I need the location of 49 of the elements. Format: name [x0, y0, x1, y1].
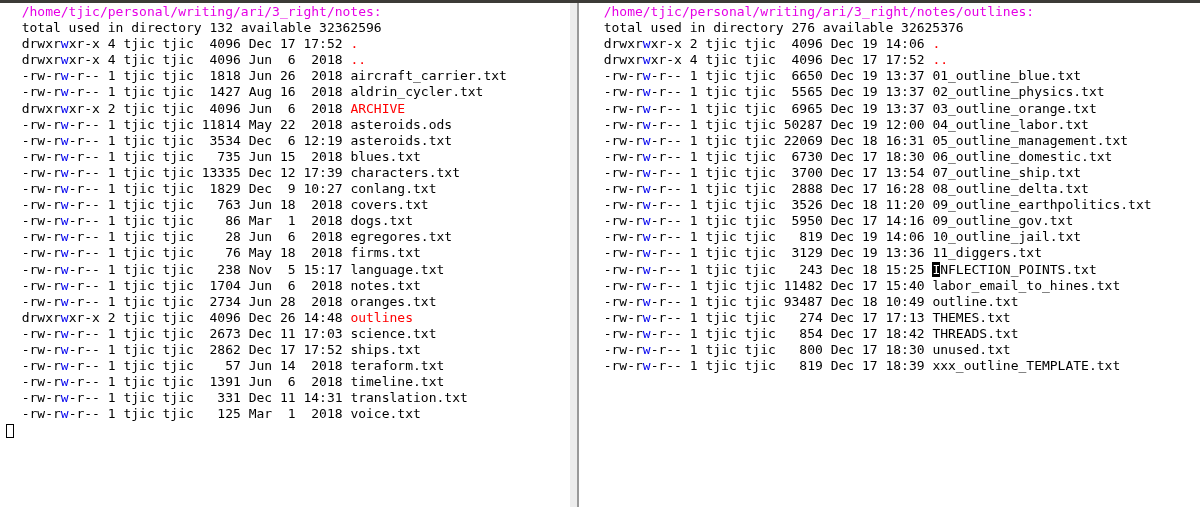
- file-entry[interactable]: -rw-rw-r-- 1 tjic tjic 763 Jun 18 2018 covers.txt: [6, 197, 429, 214]
- directory-summary: total used in directory 132 available 32362596: [20, 20, 382, 37]
- file-entry[interactable]: -rw-rw-r-- 1 tjic tjic 238 Nov 5 15:17 language.txt: [6, 261, 445, 278]
- file-entry[interactable]: -rw-rw-r-- 1 tjic tjic 11814 May 22 2018 asteroids.ods: [6, 116, 453, 133]
- file-entry[interactable]: -rw-rw-r-- 1 tjic tjic 5565 Dec 19 13:37 02_outline_physics.txt: [588, 84, 1105, 101]
- file-entry[interactable]: -rw-rw-r-- 1 tjic tjic 2888 Dec 17 16:28 08_outline_delta.txt: [588, 181, 1089, 198]
- file-entry[interactable]: drwxrwxr-x 2 tjic tjic 4096 Dec 26 14:48 outlines: [6, 309, 413, 326]
- file-entry[interactable]: -rw-rw-r-- 1 tjic tjic 50287 Dec 19 12:00 04_outline_labor.txt: [588, 116, 1089, 133]
- file-entry[interactable]: -rw-rw-r-- 1 tjic tjic 11482 Dec 17 15:40 labor_email_to_hines.txt: [588, 277, 1121, 294]
- file-entry[interactable]: -rw-rw-r-- 1 tjic tjic 2673 Dec 11 17:03 science.txt: [6, 325, 437, 342]
- file-entry[interactable]: -rw-rw-r-- 1 tjic tjic 57 Jun 14 2018 teraform.txt: [6, 358, 445, 375]
- file-entry[interactable]: -rw-rw-r-- 1 tjic tjic 1704 Jun 6 2018 notes.txt: [6, 277, 421, 294]
- file-entry[interactable]: -rw-rw-r-- 1 tjic tjic 1427 Aug 16 2018 aldrin_cycler.txt: [6, 84, 484, 101]
- file-entry[interactable]: -rw-rw-r-- 1 tjic tjic 819 Dec 17 18:39 xxx_outline_TEMPLATE.txt: [588, 358, 1121, 375]
- file-entry[interactable]: -rw-rw-r-- 1 tjic tjic 854 Dec 17 18:42 THREADS.txt: [588, 325, 1019, 342]
- file-entry[interactable]: -rw-rw-r-- 1 tjic tjic 735 Jun 15 2018 blues.txt: [6, 148, 421, 165]
- file-entry[interactable]: drwxrwxr-x 4 tjic tjic 4096 Jun 6 2018 ..: [6, 52, 367, 69]
- file-entry[interactable]: -rw-rw-r-- 1 tjic tjic 13335 Dec 12 17:39 characters.txt: [6, 164, 460, 182]
- file-entry[interactable]: -rw-rw-r-- 1 tjic tjic 2862 Dec 17 17:52 ships.txt: [6, 341, 421, 359]
- file-entry[interactable]: -rw-rw-r-- 1 tjic tjic 76 May 18 2018 firms.txt: [6, 245, 421, 262]
- file-entry[interactable]: -rw-rw-r-- 1 tjic tjic 125 Mar 1 2018 voice.txt: [6, 406, 421, 423]
- file-entry[interactable]: -rw-rw-r-- 1 tjic tjic 1818 Jun 26 2018 aircraft_carrier.txt: [6, 68, 507, 85]
- file-entry[interactable]: -rw-rw-r-- 1 tjic tjic 86 Mar 1 2018 dogs.txt: [6, 213, 413, 230]
- file-entry[interactable]: -rw-rw-r-- 1 tjic tjic 93487 Dec 18 10:49 outline.txt: [588, 293, 1019, 310]
- file-entry[interactable]: drwxrwxr-x 2 tjic tjic 4096 Dec 19 14:06 .: [588, 36, 941, 53]
- file-entry[interactable]: -rw-rw-r-- 1 tjic tjic 1391 Jun 6 2018 timeline.txt: [6, 374, 445, 391]
- directory-path: /home/tjic/personal/writing/ari/3_right/notes:: [20, 4, 382, 21]
- file-entry[interactable]: -rw-rw-r-- 1 tjic tjic 28 Jun 6 2018 egregores.txt: [6, 229, 453, 246]
- file-entry[interactable]: -rw-rw-r-- 1 tjic tjic 274 Dec 17 17:13 THEMES.txt: [588, 309, 1011, 326]
- file-entry[interactable]: drwxrwxr-x 4 tjic tjic 4096 Dec 17 17:52 .: [6, 36, 359, 53]
- file-entry[interactable]: -rw-rw-r-- 1 tjic tjic 6650 Dec 19 13:37 01_outline_blue.txt: [588, 68, 1082, 85]
- file-entry[interactable]: -rw-rw-r-- 1 tjic tjic 243 Dec 18 15:25 INFLECTION_POINTS.txt: [588, 261, 1097, 278]
- file-entry[interactable]: -rw-rw-r-- 1 tjic tjic 6730 Dec 17 18:30 06_outline_domestic.txt: [588, 148, 1113, 165]
- file-entry[interactable]: -rw-rw-r-- 1 tjic tjic 3526 Dec 18 11:20 09_outline_earthpolitics.txt: [588, 197, 1152, 214]
- file-entry[interactable]: drwxrwxr-x 2 tjic tjic 4096 Jun 6 2018 ARCHIVE: [6, 100, 406, 117]
- file-entry[interactable]: drwxrwxr-x 4 tjic tjic 4096 Dec 17 17:52 ..: [588, 52, 949, 69]
- file-entry[interactable]: -rw-rw-r-- 1 tjic tjic 819 Dec 19 14:06 10_outline_jail.txt: [588, 229, 1082, 246]
- file-entry[interactable]: -rw-rw-r-- 1 tjic tjic 6965 Dec 19 13:37 03_outline_orange.txt: [588, 100, 1097, 117]
- file-entry[interactable]: -rw-rw-r-- 1 tjic tjic 3700 Dec 17 13:54 07_outline_ship.txt: [588, 164, 1082, 182]
- file-entry[interactable]: -rw-rw-r-- 1 tjic tjic 800 Dec 17 18:30 unused.txt: [588, 341, 1011, 359]
- file-entry[interactable]: -rw-rw-r-- 1 tjic tjic 3534 Dec 6 12:19 asteroids.txt: [6, 132, 453, 149]
- directory-path: /home/tjic/personal/writing/ari/3_right/notes/outlines:: [602, 4, 1035, 21]
- file-entry[interactable]: -rw-rw-r-- 1 tjic tjic 22069 Dec 18 16:31 05_outline_management.txt: [588, 132, 1129, 149]
- file-entry[interactable]: -rw-rw-r-- 1 tjic tjic 1829 Dec 9 10:27 conlang.txt: [6, 181, 437, 198]
- directory-summary: total used in directory 276 available 32625376: [602, 20, 964, 37]
- file-entry[interactable]: -rw-rw-r-- 1 tjic tjic 5950 Dec 17 14:16 09_outline_gov.txt: [588, 213, 1074, 230]
- file-entry[interactable]: -rw-rw-r-- 1 tjic tjic 3129 Dec 19 13:36 11_diggers.txt: [588, 245, 1042, 262]
- file-entry[interactable]: -rw-rw-r-- 1 tjic tjic 331 Dec 11 14:31 translation.txt: [6, 390, 468, 407]
- file-entry[interactable]: -rw-rw-r-- 1 tjic tjic 2734 Jun 28 2018 oranges.txt: [6, 293, 437, 310]
